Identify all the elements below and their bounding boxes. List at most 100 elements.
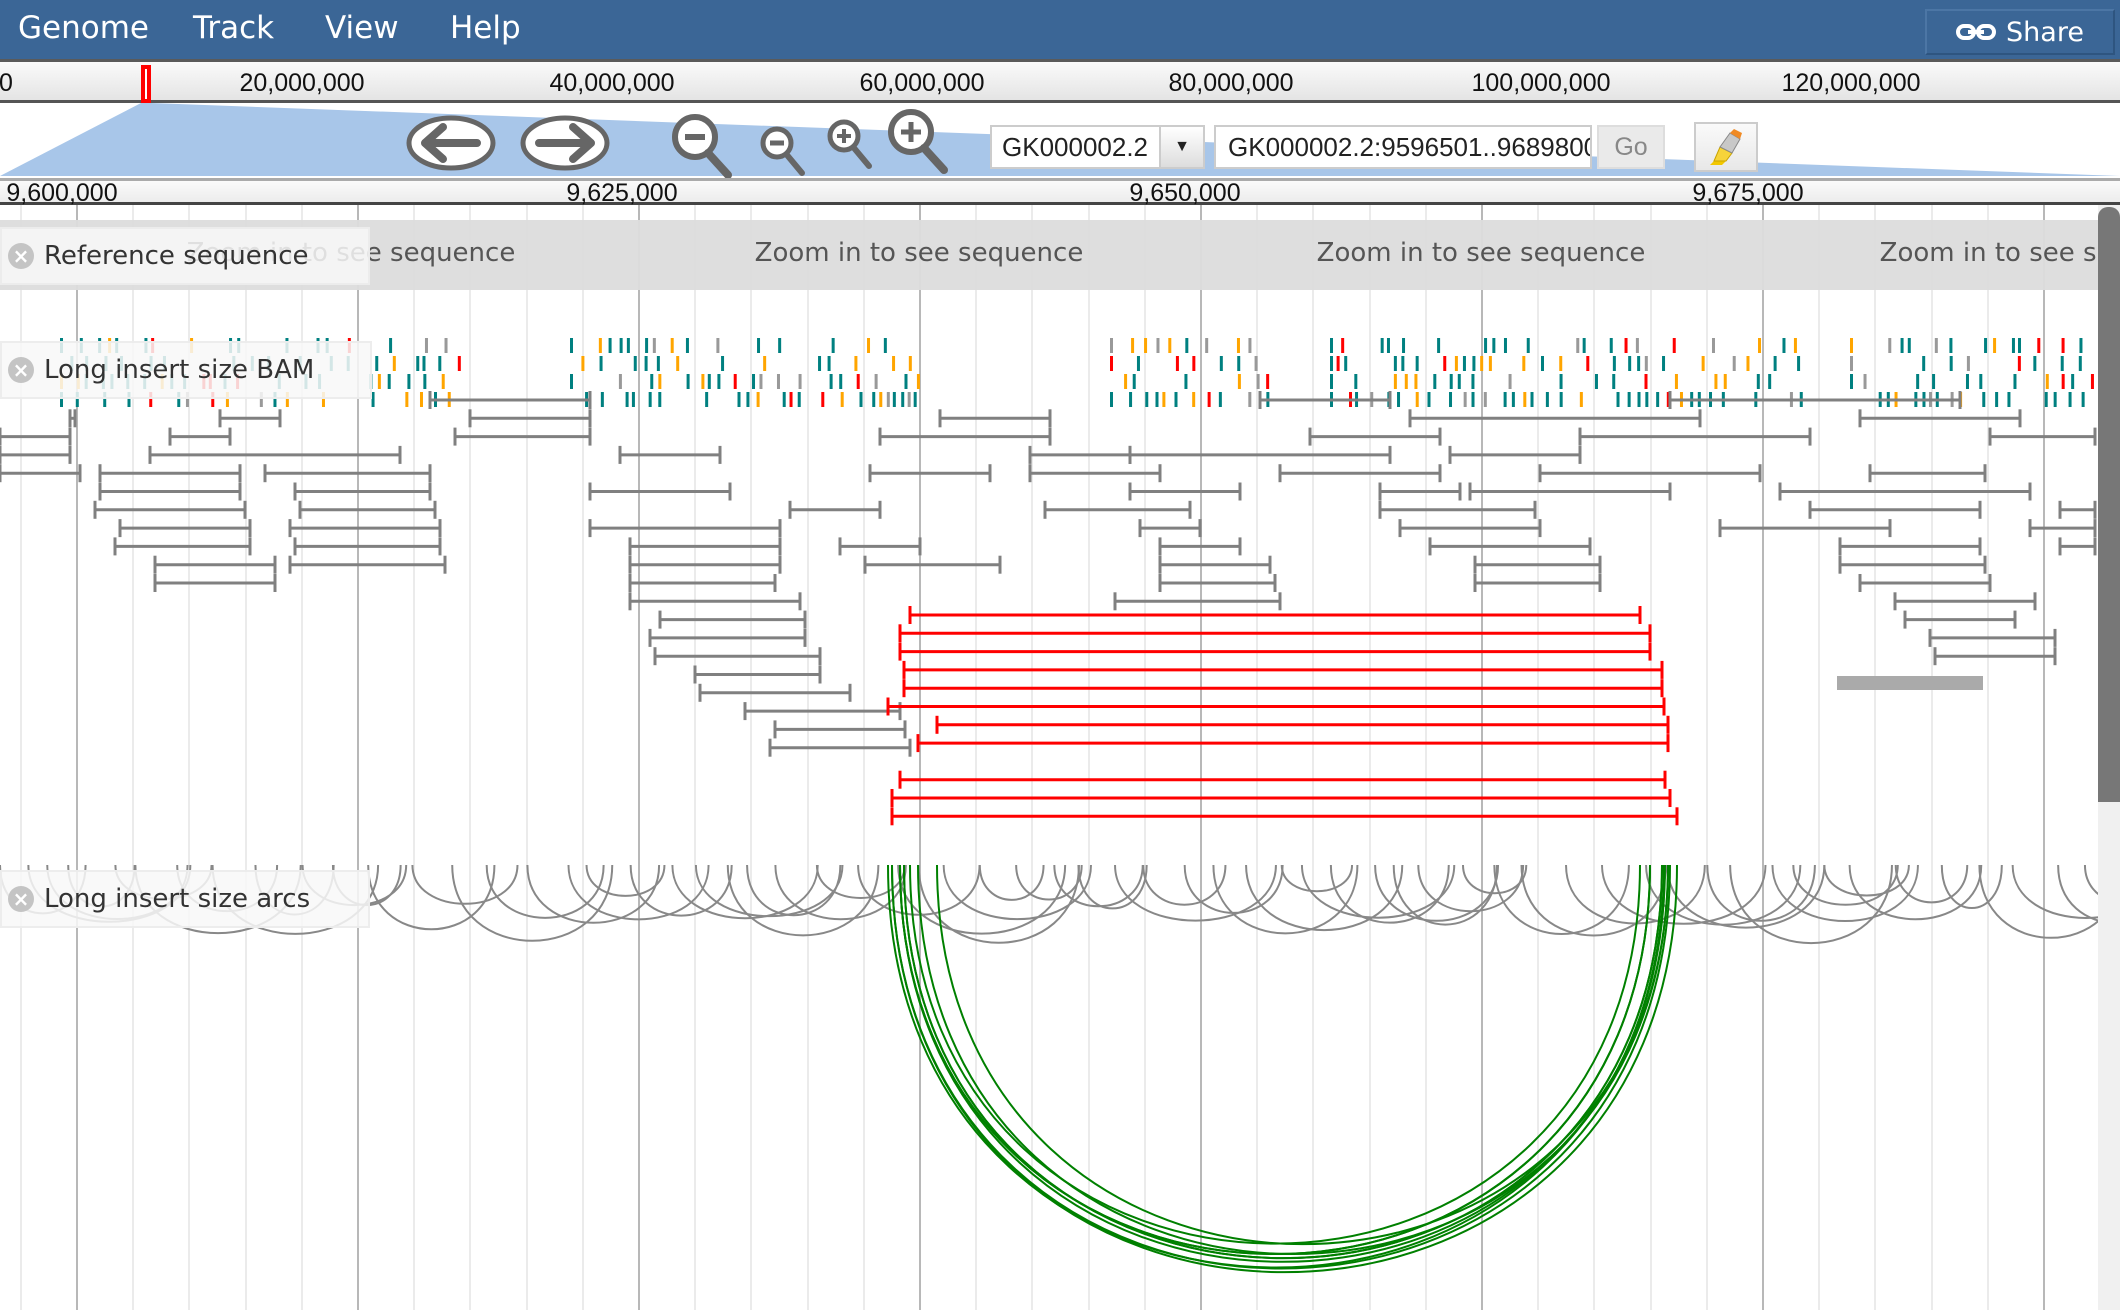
zoom-in-large-icon[interactable] bbox=[884, 108, 954, 174]
location-input[interactable]: GK000002.2:9596501..9689800 bbox=[1214, 125, 1592, 169]
read-pair bbox=[1028, 445, 1132, 464]
read-pair bbox=[588, 519, 782, 538]
read-mismatch-mark bbox=[1586, 356, 1590, 371]
read-pair-arc bbox=[629, 865, 733, 917]
read-mismatch-mark bbox=[705, 392, 709, 407]
read-mismatch-mark bbox=[1443, 356, 1447, 371]
zoom-out-small-icon[interactable] bbox=[758, 125, 808, 177]
read-pair bbox=[98, 464, 242, 483]
reference-sequence-select[interactable]: GK000002.2 ▼ bbox=[990, 125, 1205, 169]
close-track-icon[interactable]: × bbox=[8, 243, 34, 269]
read-mismatch-mark bbox=[737, 392, 741, 407]
read-mismatch-mark bbox=[892, 356, 896, 371]
read-pair bbox=[658, 610, 807, 629]
read-mismatch-mark bbox=[829, 374, 833, 389]
detail-tick-label: 9,600,000 bbox=[6, 179, 118, 207]
long-insert-read-pair bbox=[890, 789, 1672, 807]
track-label-arcs[interactable]: × Long insert size arcs bbox=[0, 870, 370, 928]
long-insert-read-pair bbox=[902, 679, 1664, 698]
read-mismatch-mark bbox=[1594, 374, 1598, 389]
read-pair-arc bbox=[1940, 865, 2003, 910]
read-mismatch-mark bbox=[1144, 338, 1148, 353]
overview-location-marker[interactable] bbox=[141, 65, 151, 103]
read-mismatch-mark bbox=[650, 374, 654, 389]
long-insert-arc bbox=[903, 865, 1663, 1259]
read-pair bbox=[1933, 647, 2057, 666]
read-mismatch-mark bbox=[1185, 338, 1189, 353]
read-mismatch-mark bbox=[424, 338, 428, 353]
read-mismatch-mark bbox=[1237, 374, 1241, 389]
read-pair bbox=[0, 445, 72, 464]
read-mismatch-mark bbox=[797, 392, 801, 407]
read-mismatch-mark bbox=[1526, 338, 1530, 353]
go-button[interactable]: Go bbox=[1597, 125, 1665, 169]
track-label-reference[interactable]: × Reference sequence bbox=[0, 227, 370, 285]
read-pair bbox=[428, 391, 592, 409]
read-mismatch-mark bbox=[1982, 392, 1986, 407]
track-label-bam[interactable]: × Long insert size BAM bbox=[0, 341, 372, 399]
read-pair-arc bbox=[1053, 865, 1144, 908]
read-mismatch-mark bbox=[676, 356, 680, 371]
read-pair bbox=[1113, 592, 1282, 611]
menu-view[interactable]: View bbox=[325, 10, 399, 46]
read-pair bbox=[743, 702, 902, 721]
read-mismatch-mark bbox=[375, 356, 379, 371]
read-mismatch-mark bbox=[2081, 392, 2085, 407]
read-pair bbox=[98, 482, 242, 501]
detail-tick-label: 9,625,000 bbox=[566, 179, 678, 207]
read-pair-arc bbox=[978, 865, 1045, 901]
read-mismatch-mark bbox=[1330, 374, 1333, 389]
overview-ruler[interactable]: 0 20,000,000 40,000,000 60,000,000 80,00… bbox=[0, 62, 2120, 103]
read-mismatch-mark bbox=[1723, 374, 1727, 389]
read-mismatch-mark bbox=[1248, 392, 1252, 407]
arrow-left-icon[interactable] bbox=[405, 115, 497, 171]
read-mismatch-mark bbox=[1530, 392, 1534, 407]
zoom-in-message: Zoom in to see sequence bbox=[754, 238, 1084, 268]
menu-help[interactable]: Help bbox=[450, 10, 521, 46]
read-mismatch-mark bbox=[2071, 374, 2075, 389]
menu-track[interactable]: Track bbox=[193, 10, 274, 46]
read-pair bbox=[2058, 500, 2097, 519]
read-pair bbox=[153, 574, 277, 592]
read-mismatch-mark bbox=[798, 374, 802, 389]
close-track-icon[interactable]: × bbox=[8, 886, 34, 912]
read-mismatch-mark bbox=[2068, 392, 2072, 407]
read-mismatch-mark bbox=[1192, 392, 1196, 407]
read-pair bbox=[1043, 500, 1192, 519]
read-mismatch-mark bbox=[1965, 374, 1969, 389]
read-mismatch-mark bbox=[1662, 356, 1666, 371]
detail-ruler[interactable]: 9,600,000 9,625,000 9,650,000 9,675,000 bbox=[0, 178, 2120, 207]
read-pair bbox=[2028, 519, 2097, 538]
share-button[interactable]: Share bbox=[1925, 9, 2115, 55]
read-mismatch-mark bbox=[652, 338, 656, 353]
chevron-down-icon[interactable]: ▼ bbox=[1159, 127, 1203, 167]
read-mismatch-mark bbox=[1714, 374, 1718, 389]
scrollbar-thumb[interactable] bbox=[2098, 207, 2120, 802]
read-pair bbox=[168, 427, 232, 446]
close-track-icon[interactable]: × bbox=[8, 357, 34, 383]
zoom-out-large-icon[interactable] bbox=[668, 113, 738, 179]
zoom-in-small-icon[interactable] bbox=[825, 118, 875, 170]
selected-read-highlight bbox=[1837, 676, 1983, 690]
read-mismatch-mark bbox=[757, 338, 761, 353]
read-mismatch-mark bbox=[1797, 356, 1801, 371]
arrow-right-icon[interactable] bbox=[519, 115, 611, 171]
read-mismatch-mark bbox=[2017, 356, 2021, 371]
read-mismatch-mark bbox=[1218, 392, 1222, 407]
menu-genome[interactable]: Genome bbox=[18, 10, 149, 46]
arcs-track-canvas[interactable] bbox=[0, 865, 2100, 1310]
read-mismatch-mark bbox=[1900, 338, 1904, 353]
read-mismatch-mark bbox=[1523, 392, 1527, 407]
highlight-button[interactable] bbox=[1694, 122, 1758, 172]
read-mismatch-mark bbox=[827, 356, 831, 371]
overview-tick-label: 100,000,000 bbox=[1471, 69, 1611, 97]
read-mismatch-mark bbox=[1131, 338, 1135, 353]
read-mismatch-mark bbox=[1907, 338, 1911, 353]
read-pair bbox=[1473, 574, 1602, 592]
read-mismatch-mark bbox=[670, 338, 674, 353]
read-pair bbox=[1858, 409, 2022, 428]
read-mismatch-mark bbox=[1656, 392, 1660, 407]
read-mismatch-mark bbox=[2033, 356, 2037, 371]
read-mismatch-mark bbox=[1979, 374, 1983, 389]
long-insert-read-pair bbox=[898, 624, 1652, 643]
